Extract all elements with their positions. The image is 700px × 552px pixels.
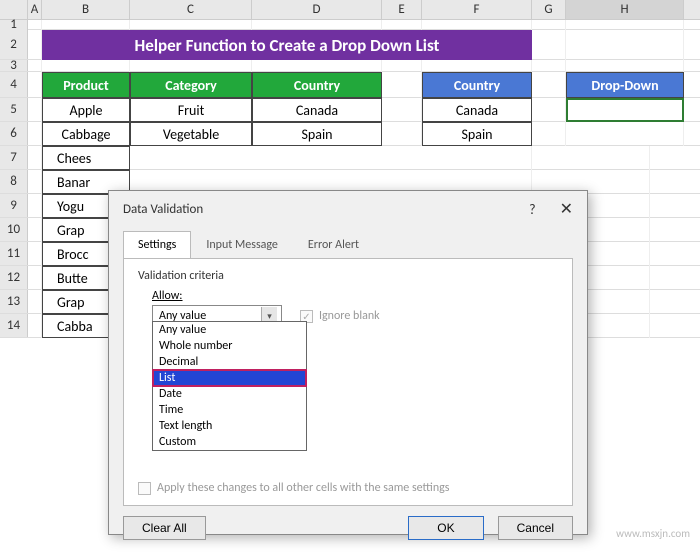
header-country2: Country	[422, 72, 532, 98]
ok-button[interactable]: OK	[408, 516, 483, 540]
row-header[interactable]: 2	[0, 30, 28, 59]
allow-label: Allow:	[152, 289, 558, 303]
row-header[interactable]: 9	[0, 194, 28, 217]
apply-all-label: Apply these changes to all other cells w…	[157, 481, 449, 495]
option-whole-number[interactable]: Whole number	[153, 338, 306, 354]
cell-C5[interactable]: Fruit	[130, 98, 252, 122]
col-header-C[interactable]: C	[130, 0, 252, 19]
row-header[interactable]: 14	[0, 314, 28, 337]
row-3: 3	[0, 60, 700, 72]
dialog-title: Data Validation	[123, 202, 203, 217]
row-header[interactable]: 8	[0, 170, 28, 193]
validation-criteria-label: Validation criteria	[138, 269, 558, 283]
option-time[interactable]: Time	[153, 402, 306, 418]
ignore-blank-checkbox: ✓ Ignore blank	[300, 309, 380, 323]
option-custom[interactable]: Custom	[153, 434, 306, 450]
row-6: 6 Cabbage Vegetable Spain Spain	[0, 122, 700, 146]
row-header[interactable]: 3	[0, 60, 28, 71]
row-header[interactable]: 13	[0, 290, 28, 313]
row-header[interactable]: 11	[0, 242, 28, 265]
row-header[interactable]: 7	[0, 146, 28, 169]
col-header-F[interactable]: F	[422, 0, 532, 19]
checkbox-icon	[138, 482, 151, 495]
col-header-G[interactable]: G	[532, 0, 566, 19]
cancel-button[interactable]: Cancel	[498, 516, 573, 540]
data-validation-dialog: Data Validation ? ✕ Settings Input Messa…	[108, 190, 588, 535]
col-header-D[interactable]: D	[252, 0, 382, 19]
cell-B7[interactable]: Chees	[42, 146, 130, 170]
cell-B6[interactable]: Cabbage	[42, 122, 130, 146]
row-7: 7 Chees	[0, 146, 700, 170]
header-category: Category	[130, 72, 252, 98]
option-decimal[interactable]: Decimal	[153, 354, 306, 370]
row-header[interactable]: 5	[0, 98, 28, 121]
dialog-tabs: Settings Input Message Error Alert	[123, 231, 573, 259]
cell-D5[interactable]: Canada	[252, 98, 382, 122]
header-dropdown: Drop-Down	[566, 72, 684, 98]
cell-C6[interactable]: Vegetable	[130, 122, 252, 146]
watermark: www.msxjn.com	[616, 527, 690, 540]
header-product: Product	[42, 72, 130, 98]
allow-options-list: Any value Whole number Decimal List Date…	[152, 321, 307, 451]
row-1: 1	[0, 20, 700, 30]
row-header[interactable]: 6	[0, 122, 28, 145]
cell-H5-selected[interactable]	[566, 98, 684, 122]
tab-settings[interactable]: Settings	[123, 231, 191, 259]
row-4: 4 Product Category Country Country Drop-…	[0, 72, 700, 98]
help-icon[interactable]: ?	[529, 201, 536, 218]
cell-B5[interactable]: Apple	[42, 98, 130, 122]
cell-F5[interactable]: Canada	[422, 98, 532, 122]
option-any-value[interactable]: Any value	[153, 322, 306, 338]
close-icon[interactable]: ✕	[560, 199, 573, 219]
tab-panel-settings: Validation criteria Allow: Any value ▾ ✓…	[123, 258, 573, 506]
dialog-titlebar[interactable]: Data Validation ? ✕	[109, 191, 587, 227]
row-header[interactable]: 4	[0, 72, 28, 97]
cell-D6[interactable]: Spain	[252, 122, 382, 146]
row-5: 5 Apple Fruit Canada Canada	[0, 98, 700, 122]
col-header-H[interactable]: H	[566, 0, 684, 19]
col-header-E[interactable]: E	[382, 0, 422, 19]
option-text-length[interactable]: Text length	[153, 418, 306, 434]
option-date[interactable]: Date	[153, 386, 306, 402]
column-headers: A B C D E F G H	[0, 0, 700, 20]
col-header-B[interactable]: B	[42, 0, 130, 19]
header-country: Country	[252, 72, 382, 98]
option-list[interactable]: List	[153, 370, 306, 386]
cell-F6[interactable]: Spain	[422, 122, 532, 146]
ignore-blank-label: Ignore blank	[319, 309, 380, 323]
row-header[interactable]: 1	[0, 20, 28, 30]
row-2: 2 Helper Function to Create a Drop Down …	[0, 30, 700, 60]
tab-error-alert[interactable]: Error Alert	[293, 231, 374, 259]
col-header-A[interactable]: A	[28, 0, 42, 19]
page-title: Helper Function to Create a Drop Down Li…	[42, 30, 532, 60]
clear-all-button[interactable]: Clear All	[123, 516, 206, 540]
row-header[interactable]: 10	[0, 218, 28, 241]
tab-input-message[interactable]: Input Message	[191, 231, 293, 259]
row-header[interactable]: 12	[0, 266, 28, 289]
apply-all-checkbox: Apply these changes to all other cells w…	[138, 481, 449, 495]
